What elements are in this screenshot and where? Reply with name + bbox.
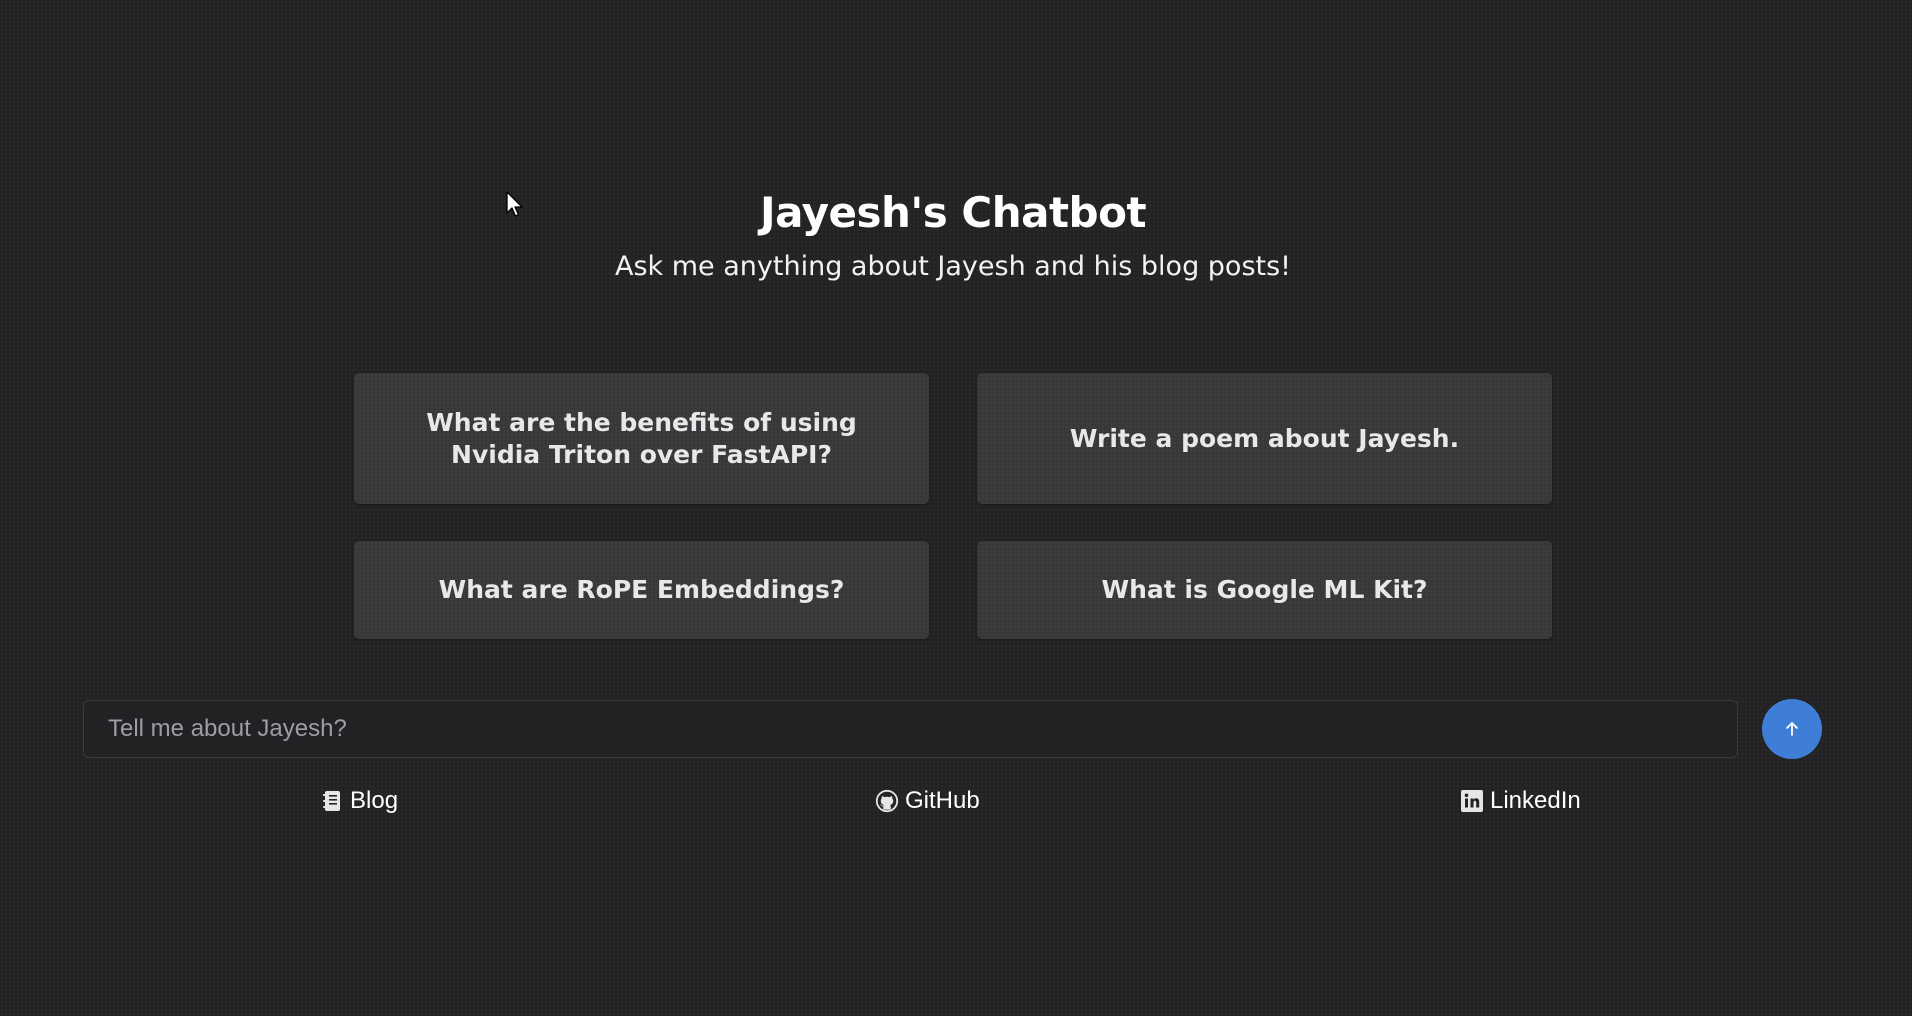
github-link-label: GitHub [905, 787, 980, 814]
suggestion-label: What are RoPE Embeddings? [438, 575, 845, 604]
linkedin-link[interactable]: LinkedIn [1460, 784, 1581, 818]
blog-link[interactable]: Blog [320, 784, 398, 818]
suggestion-card-mlkit[interactable]: What is Google ML Kit? [977, 541, 1552, 639]
linkedin-icon [1460, 789, 1484, 813]
suggestion-card-triton[interactable]: What are the benefits of using Nvidia Tr… [354, 373, 929, 504]
page-title: Jayesh's Chatbot [759, 188, 1147, 237]
suggestion-card-poem[interactable]: Write a poem about Jayesh. [977, 373, 1552, 504]
send-button[interactable] [1762, 699, 1822, 759]
suggestion-label: What is Google ML Kit? [1101, 575, 1428, 604]
page-subtitle: Ask me anything about Jayesh and his blo… [615, 251, 1291, 282]
suggestion-label: Write a poem about Jayesh. [1069, 423, 1460, 453]
blog-link-label: Blog [350, 787, 399, 814]
page-header: Jayesh's Chatbot Ask me anything about J… [0, 182, 1906, 290]
suggestion-card-rope[interactable]: What are RoPE Embeddings? [354, 541, 929, 639]
github-icon [875, 789, 899, 813]
chat-input[interactable] [83, 700, 1738, 758]
linkedin-link-label: LinkedIn [1490, 787, 1581, 814]
notebook-icon [320, 789, 344, 813]
github-link[interactable]: GitHub [875, 784, 980, 818]
arrow-up-icon [1786, 722, 1798, 736]
suggestion-label: What are the benefits of using Nvidia Tr… [426, 407, 857, 469]
